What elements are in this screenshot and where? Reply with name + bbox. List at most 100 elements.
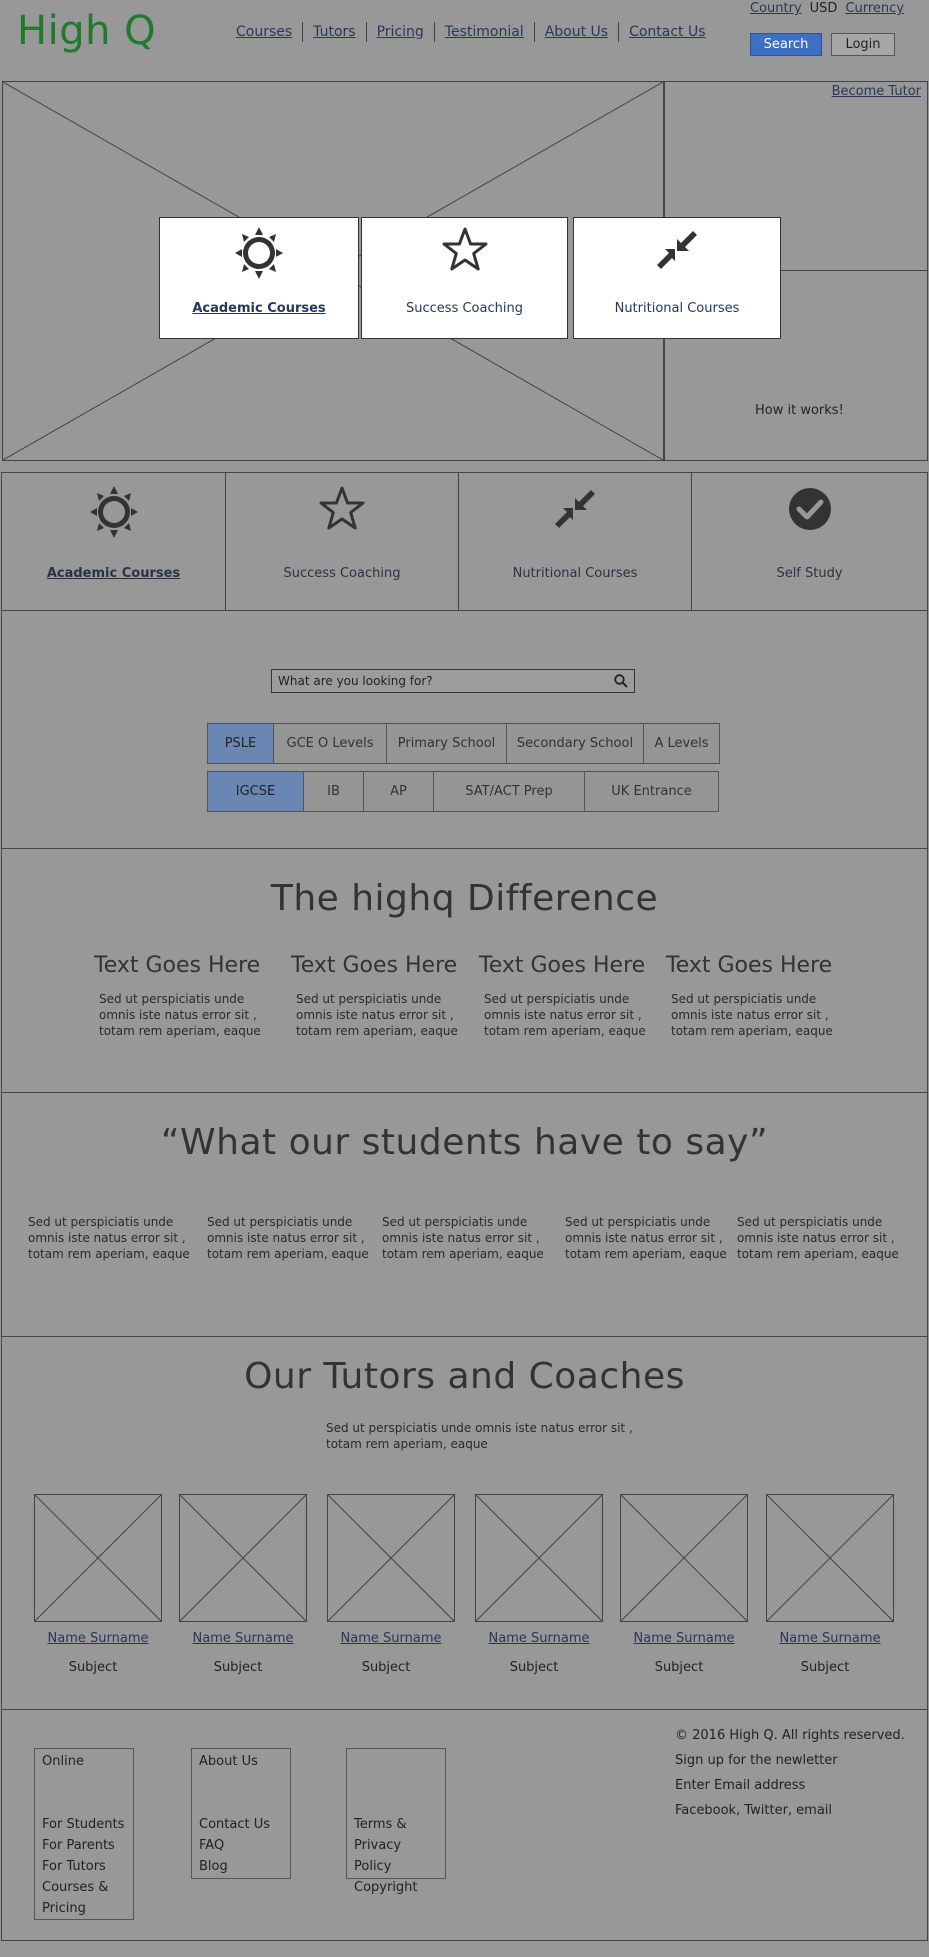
check-circle-icon [788,488,831,530]
filter-primary-school[interactable]: Primary School [386,724,506,763]
social-links[interactable]: Facebook, Twitter, email [675,1803,832,1818]
hero-card-academic-label[interactable]: Academic Courses [160,301,358,316]
footer-link[interactable]: Privacy Policy [354,1835,438,1877]
nav-pricing[interactable]: Pricing [365,22,434,42]
difference-heading: Text Goes Here [479,953,646,978]
star-icon [319,486,365,530]
footer-link[interactable]: Copyright [354,1877,438,1898]
difference-text: Sed ut perspiciatis unde omnis iste natu… [99,992,261,1038]
tutor-subject: Subject [68,1660,118,1675]
footer-link[interactable]: For Parents [42,1835,126,1856]
footer-link[interactable]: Terms & [354,1814,438,1835]
category-academic-label[interactable]: Academic Courses [2,566,225,581]
copyright-text: © 2016 High Q. All rights reserved. [675,1728,905,1743]
filter-igcse[interactable]: IGCSE [208,772,303,811]
category-academic[interactable]: Academic Courses [1,472,226,611]
search-icon[interactable] [614,674,628,688]
hero-card-nutritional[interactable]: Nutritional Courses [573,217,781,339]
tutors-title: Our Tutors and Coaches [244,1356,685,1397]
footer-link[interactable]: For Students [42,1814,126,1835]
become-tutor-link[interactable]: Become Tutor [832,84,921,99]
testimonial-text: Sed ut perspiciatis unde omnis iste natu… [565,1215,727,1261]
category-nutritional[interactable]: Nutritional Courses [458,472,692,611]
how-it-works-label[interactable]: How it works! [755,403,844,418]
currency-link[interactable]: Currency [845,1,904,16]
star-icon [442,227,487,271]
footer-link[interactable]: Courses & [42,1877,126,1898]
search-input[interactable]: What are you looking for? [271,669,635,693]
testimonial-text: Sed ut perspiciatis unde omnis iste natu… [737,1215,899,1261]
tutor-name-link[interactable]: Name Surname [766,1631,894,1646]
footer [1,1709,928,1941]
filter-gce-o-levels[interactable]: GCE O Levels [273,724,386,763]
filter-a-levels[interactable]: A Levels [643,724,719,763]
tutor-photo-placeholder[interactable] [327,1494,455,1622]
nav-testimonial[interactable]: Testimonial [433,22,534,42]
testimonial-text: Sed ut perspiciatis unde omnis iste natu… [207,1215,369,1261]
nav-about-us[interactable]: About Us [533,22,618,42]
tutor-photo-placeholder[interactable] [179,1494,307,1622]
footer-col-title[interactable]: About Us [199,1751,283,1772]
footer-col-about: About Us Contact Us FAQ Blog [191,1748,291,1879]
hero-card-academic[interactable]: Academic Courses [159,217,359,339]
filter-uk-entrance[interactable]: UK Entrance [584,772,718,811]
newsletter-email-field[interactable]: Enter Email address [675,1778,805,1793]
tutor-subject: Subject [509,1660,559,1675]
tutor-name-link[interactable]: Name Surname [620,1631,748,1646]
tutor-name-link[interactable]: Name Surname [475,1631,603,1646]
nav-contact-us[interactable]: Contact Us [618,22,715,42]
filter-ap[interactable]: AP [363,772,433,811]
tutor-name-link[interactable]: Name Surname [327,1631,455,1646]
level-filter-row-2: IGCSE IB AP SAT/ACT Prep UK Entrance [207,771,719,812]
footer-link[interactable]: Blog [199,1856,283,1877]
difference-heading: Text Goes Here [291,953,458,978]
difference-text: Sed ut perspiciatis unde omnis iste natu… [671,992,833,1038]
footer-link[interactable]: Pricing [42,1898,126,1919]
nav-tutors[interactable]: Tutors [302,22,365,42]
footer-link[interactable]: Contact Us [199,1814,283,1835]
locale-switcher: Country USD Currency [750,1,904,16]
filter-sat-act-prep[interactable]: SAT/ACT Prep [433,772,584,811]
footer-col-online: Online For Students For Parents For Tuto… [34,1748,134,1920]
category-self-study-label: Self Study [776,566,843,581]
newsletter-signup[interactable]: Sign up for the newletter [675,1753,838,1768]
country-link[interactable]: Country [750,1,802,16]
difference-text: Sed ut perspiciatis unde omnis iste natu… [296,992,458,1038]
footer-link[interactable]: FAQ [199,1835,283,1856]
hero-card-nutritional-label: Nutritional Courses [614,301,740,316]
difference-text: Sed ut perspiciatis unde omnis iste natu… [484,992,646,1038]
category-nutritional-label: Nutritional Courses [512,566,638,581]
difference-heading: Text Goes Here [94,953,261,978]
tutor-subject: Subject [654,1660,704,1675]
nav-courses[interactable]: Courses [226,22,302,42]
sun-icon [235,227,283,279]
currency-value: USD [809,1,838,16]
logo[interactable]: High Q [17,8,156,54]
category-self-study[interactable]: Self Study [691,472,928,611]
filter-ib[interactable]: IB [303,772,363,811]
tutor-subject: Subject [361,1660,411,1675]
footer-col-legal: Terms & Privacy Policy Copyright [346,1748,446,1895]
tutor-photo-placeholder[interactable] [34,1494,162,1622]
sun-icon [89,486,138,538]
category-success-label: Success Coaching [283,566,401,581]
category-success[interactable]: Success Coaching [225,472,459,611]
footer-link[interactable]: For Tutors [42,1856,126,1877]
filter-psle[interactable]: PSLE [208,724,273,763]
tutor-subject: Subject [213,1660,263,1675]
tutor-photo-placeholder[interactable] [475,1494,603,1622]
login-button[interactable]: Login [831,33,895,56]
compress-arrows-icon [555,490,595,528]
filter-secondary-school[interactable]: Secondary School [506,724,643,763]
tutor-photo-placeholder[interactable] [766,1494,894,1622]
top-nav: Courses Tutors Pricing Testimonial About… [226,22,716,42]
hero-card-success[interactable]: Success Coaching [361,217,568,339]
tutor-photo-placeholder[interactable] [620,1494,748,1622]
compress-arrows-icon [657,231,697,269]
tutor-name-link[interactable]: Name Surname [34,1631,162,1646]
tutors-intro: Sed ut perspiciatis unde omnis iste natu… [326,1421,633,1451]
search-button[interactable]: Search [750,33,822,56]
difference-title: The highq Difference [270,878,659,919]
tutor-name-link[interactable]: Name Surname [179,1631,307,1646]
testimonial-text: Sed ut perspiciatis unde omnis iste natu… [382,1215,544,1261]
